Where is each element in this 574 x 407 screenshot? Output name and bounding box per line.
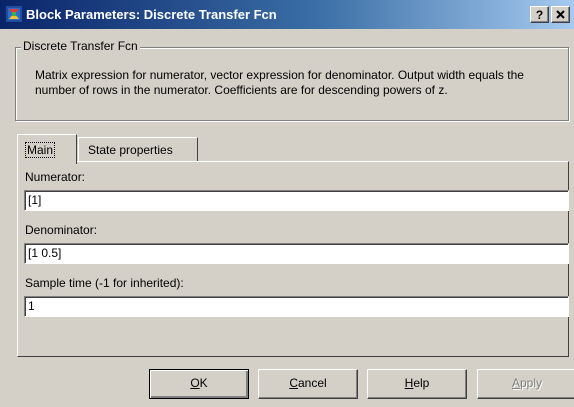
close-button[interactable] [551, 6, 570, 23]
ok-label-rest: K [199, 376, 208, 390]
numerator-label: Numerator: [25, 170, 86, 184]
tab-state-properties-label: State properties [88, 143, 173, 157]
tab-main-label: Main [25, 142, 56, 158]
title-bar[interactable]: Block Parameters: Discrete Transfer Fcn … [0, 0, 574, 29]
sample-time-label: Sample time (-1 for inherited): [25, 276, 184, 290]
denominator-field[interactable]: [1 0.5] [24, 243, 569, 264]
apply-mnemonic: A [511, 376, 520, 390]
ok-mnemonic: O [190, 376, 200, 390]
cancel-mnemonic: C [289, 376, 298, 390]
denominator-label: Denominator: [25, 223, 98, 237]
groupbox-legend: Discrete Transfer Fcn [21, 39, 140, 53]
numerator-field[interactable]: [1] [24, 190, 569, 211]
sample-time-field[interactable]: 1 [24, 296, 569, 317]
simulink-block-icon [6, 6, 22, 22]
block-parameters-dialog: Block Parameters: Discrete Transfer Fcn … [0, 0, 574, 407]
block-description: Matrix expression for numerator, vector … [35, 68, 524, 97]
ok-button[interactable]: OK [149, 369, 249, 399]
apply-button[interactable]: Apply [477, 369, 574, 399]
window-title: Block Parameters: Discrete Transfer Fcn [26, 7, 277, 22]
tab-main[interactable]: Main [17, 134, 77, 164]
help-label-rest: elp [413, 376, 430, 390]
cancel-button[interactable]: Cancel [258, 369, 358, 399]
help-button-titlebar[interactable]: ? [530, 6, 549, 23]
apply-label-rest: pply [520, 376, 543, 390]
close-icon [556, 10, 565, 19]
help-button[interactable]: Help [367, 369, 467, 399]
cancel-label-rest: ancel [297, 376, 327, 390]
tab-state-properties[interactable]: State properties [78, 137, 198, 161]
